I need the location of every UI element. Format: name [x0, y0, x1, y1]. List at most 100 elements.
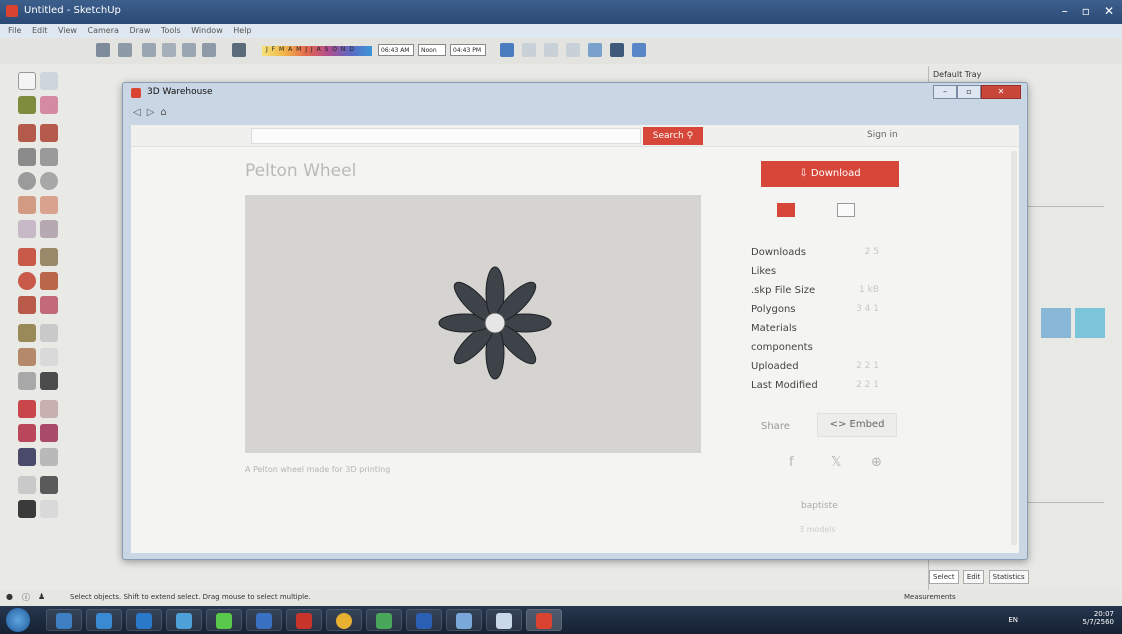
- credits-icon[interactable]: ⓘ: [22, 592, 30, 603]
- close-button[interactable]: ✕: [1104, 4, 1114, 18]
- author-link[interactable]: baptiste: [801, 501, 838, 511]
- text-tool-icon[interactable]: [40, 348, 58, 366]
- dialog-maximize-button[interactable]: ▫: [957, 85, 981, 99]
- tab-select[interactable]: Select: [929, 570, 959, 584]
- menu-camera[interactable]: Camera: [88, 26, 119, 35]
- word-taskbar[interactable]: [406, 609, 442, 631]
- orbit-icon[interactable]: [18, 400, 36, 418]
- axes-icon[interactable]: [18, 372, 36, 390]
- menu-view[interactable]: View: [58, 26, 77, 35]
- language-indicator[interactable]: EN: [1008, 616, 1018, 624]
- shadow-time-end[interactable]: 04:43 PM: [450, 44, 486, 56]
- 3d-text-icon[interactable]: [40, 372, 58, 390]
- rotate-icon[interactable]: [18, 272, 36, 290]
- sketchup-taskbar[interactable]: [526, 609, 562, 631]
- taskbar-app-3[interactable]: [126, 609, 162, 631]
- menu-help[interactable]: Help: [233, 26, 251, 35]
- select-tool-icon[interactable]: [18, 72, 36, 90]
- shadow-noon[interactable]: Noon: [418, 44, 446, 56]
- clock-date[interactable]: 5/7/2560: [1083, 618, 1114, 626]
- tab-edit[interactable]: Edit: [962, 570, 985, 584]
- embed-button[interactable]: <> Embed: [817, 413, 897, 437]
- dialog-minimize-button[interactable]: –: [933, 85, 957, 99]
- taskbar-app-12[interactable]: [486, 609, 522, 631]
- taskbar-app-2[interactable]: [86, 609, 122, 631]
- maximize-button[interactable]: ▫: [1082, 4, 1090, 18]
- geo-location-icon[interactable]: ●: [6, 592, 13, 601]
- wireframe-style-icon[interactable]: [522, 43, 536, 57]
- filezilla-taskbar[interactable]: [286, 609, 322, 631]
- protractor-icon[interactable]: [18, 348, 36, 366]
- shadow-toggle-icon[interactable]: [232, 43, 246, 57]
- circle-icon[interactable]: [18, 172, 36, 190]
- follow-me-icon[interactable]: [40, 272, 58, 290]
- search-input[interactable]: [251, 128, 641, 144]
- monochrome-style-icon[interactable]: [610, 43, 624, 57]
- pinterest-icon[interactable]: ⊕: [871, 455, 882, 470]
- scale-icon[interactable]: [18, 296, 36, 314]
- line-tool-icon[interactable]: [18, 124, 36, 142]
- material-swatch-2[interactable]: [1075, 308, 1105, 338]
- search-button[interactable]: Search ⚲: [643, 127, 703, 145]
- freehand-icon[interactable]: [40, 124, 58, 142]
- sign-in-link[interactable]: Sign in: [867, 130, 898, 140]
- walk-icon[interactable]: [18, 500, 36, 518]
- image-view-icon[interactable]: [777, 203, 795, 217]
- top-view-icon[interactable]: [162, 43, 176, 57]
- rotated-rect-icon[interactable]: [40, 148, 58, 166]
- zoom-window-icon[interactable]: [40, 424, 58, 442]
- back-icon[interactable]: ◁: [133, 107, 141, 118]
- taskbar-app-6[interactable]: [246, 609, 282, 631]
- clock-time[interactable]: 20:07: [1083, 610, 1114, 618]
- camera-icon[interactable]: [96, 43, 110, 57]
- dialog-close-button[interactable]: ✕: [981, 85, 1021, 99]
- iso-view-icon[interactable]: [142, 43, 156, 57]
- chrome-taskbar[interactable]: [326, 609, 362, 631]
- taskbar-app-11[interactable]: [446, 609, 482, 631]
- home-icon[interactable]: ⌂: [160, 107, 166, 118]
- front-view-icon[interactable]: [182, 43, 196, 57]
- download-button[interactable]: ⇩ Download: [761, 161, 899, 187]
- xray-style-icon[interactable]: [500, 43, 514, 57]
- move-icon[interactable]: [18, 248, 36, 266]
- look-around-icon[interactable]: [40, 476, 58, 494]
- pie-icon[interactable]: [40, 196, 58, 214]
- facebook-icon[interactable]: f: [789, 455, 794, 470]
- menu-tools[interactable]: Tools: [161, 26, 181, 35]
- position-camera-icon[interactable]: [18, 476, 36, 494]
- material-swatch-1[interactable]: [1041, 308, 1071, 338]
- arc-icon[interactable]: [18, 196, 36, 214]
- menu-file[interactable]: File: [8, 26, 21, 35]
- arc2-icon[interactable]: [18, 220, 36, 238]
- minimize-button[interactable]: –: [1062, 4, 1068, 18]
- author-models[interactable]: 3 models: [799, 525, 836, 534]
- shaded-style-icon[interactable]: [566, 43, 580, 57]
- taskbar-app-1[interactable]: [46, 609, 82, 631]
- start-button[interactable]: [6, 608, 30, 632]
- taskbar-app-9[interactable]: [366, 609, 402, 631]
- menu-edit[interactable]: Edit: [32, 26, 48, 35]
- zoom-icon[interactable]: [18, 424, 36, 442]
- eraser-icon[interactable]: [40, 96, 58, 114]
- shadow-time-start[interactable]: 06:43 AM: [378, 44, 414, 56]
- textures-style-icon[interactable]: [588, 43, 602, 57]
- taskbar-app-4[interactable]: [166, 609, 202, 631]
- component-tool-icon[interactable]: [40, 72, 58, 90]
- page-scrollbar[interactable]: [1011, 151, 1017, 545]
- model-preview[interactable]: [245, 195, 701, 453]
- dimension-icon[interactable]: [40, 324, 58, 342]
- menu-draw[interactable]: Draw: [129, 26, 150, 35]
- offset-icon[interactable]: [40, 296, 58, 314]
- menu-window[interactable]: Window: [191, 26, 223, 35]
- polygon-icon[interactable]: [40, 172, 58, 190]
- tab-statistics[interactable]: Statistics: [988, 570, 1029, 584]
- save-icon[interactable]: [118, 43, 132, 57]
- hidden-line-style-icon[interactable]: [544, 43, 558, 57]
- pan-icon[interactable]: [40, 400, 58, 418]
- push-pull2-icon[interactable]: [40, 248, 58, 266]
- paint-bucket-icon[interactable]: [18, 96, 36, 114]
- zoom-extents-icon[interactable]: [18, 448, 36, 466]
- push-pull-icon[interactable]: [40, 220, 58, 238]
- forward-icon[interactable]: ▷: [147, 107, 155, 118]
- 3d-view-icon[interactable]: [837, 203, 855, 217]
